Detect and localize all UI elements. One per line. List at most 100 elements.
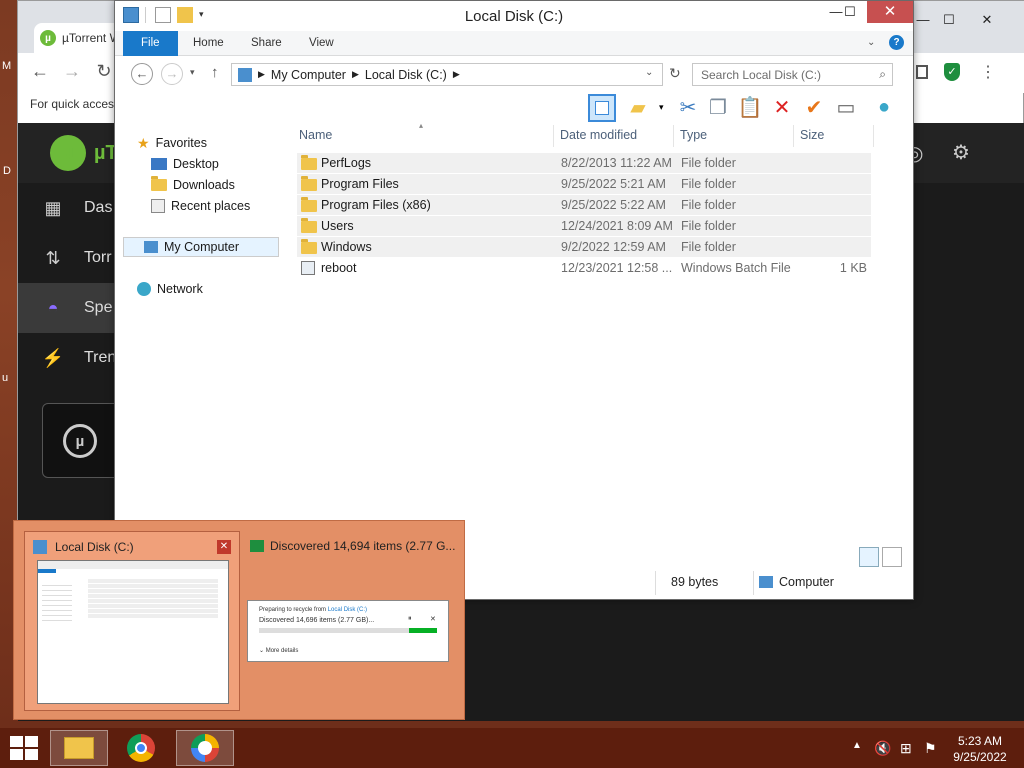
sort-ascending-icon: ▴ xyxy=(419,121,424,130)
nav-desktop[interactable]: Desktop xyxy=(151,154,219,174)
file-row[interactable]: reboot 12/23/2021 12:58 ... Windows Batch … xyxy=(297,258,871,279)
sidebar-item-torrents[interactable]: ⇅ Torr xyxy=(18,233,118,283)
back-icon[interactable]: ← xyxy=(28,61,52,82)
file-row[interactable]: Windows 9/2/2022 12:59 AM File folder xyxy=(297,237,871,258)
chrome-tab-title: µTorrent W xyxy=(62,31,121,45)
sidebar-item-label: Torr xyxy=(84,249,112,266)
recent-locations-icon[interactable]: ▾ xyxy=(190,67,195,78)
column-divider[interactable] xyxy=(793,125,794,147)
nav-recent-places[interactable]: Recent places xyxy=(151,196,250,216)
taskbar-file-explorer[interactable] xyxy=(50,730,108,766)
explorer-app-icon xyxy=(33,540,47,554)
utorrent-web-icon xyxy=(191,734,219,762)
delete-icon[interactable]: ✕ xyxy=(769,94,795,120)
column-headers: Name ▴ Date modified Type Size xyxy=(291,121,911,147)
thumbnail-close-button[interactable]: ✕ xyxy=(217,540,231,554)
up-icon[interactable]: ↑ xyxy=(211,64,219,81)
column-date-modified[interactable]: Date modified xyxy=(560,128,637,142)
reload-icon[interactable]: ↻ xyxy=(92,61,116,82)
sidebar-item-dashboard[interactable]: ▦ Das xyxy=(18,183,118,233)
preview-pane-icon[interactable] xyxy=(588,94,616,122)
nav-downloads[interactable]: Downloads xyxy=(151,175,235,195)
refresh-icon[interactable]: ↻ xyxy=(669,65,681,82)
nav-favorites[interactable]: ★ Favorites xyxy=(137,133,207,153)
extension-shield-icon[interactable]: ✓ xyxy=(944,63,960,81)
file-date: 9/25/2022 5:21 AM xyxy=(561,177,666,191)
cut-icon[interactable]: ✂ xyxy=(675,94,701,120)
copy-icon[interactable]: ❐ xyxy=(705,94,731,120)
network-icon[interactable]: ⊞ xyxy=(900,740,912,757)
taskbar-utorrent[interactable] xyxy=(176,730,234,766)
column-type[interactable]: Type xyxy=(680,128,707,142)
help-icon[interactable]: ? xyxy=(889,35,904,50)
file-row[interactable]: PerfLogs 8/22/2013 11:22 AM File folder xyxy=(297,153,871,174)
forward-icon[interactable]: → xyxy=(161,63,183,85)
thumbnail-preview-image xyxy=(37,560,229,704)
close-button[interactable]: ✕ xyxy=(867,1,913,23)
folder-options-icon[interactable]: ▰ xyxy=(625,94,651,120)
sidebar-item-speed[interactable]: ◓ Spe xyxy=(18,283,118,333)
forward-icon[interactable]: → xyxy=(60,61,84,82)
computer-icon xyxy=(238,67,252,82)
copy-thumbnail-title[interactable]: Discovered 14,694 items (2.77 G... xyxy=(250,539,455,553)
network-icon xyxy=(137,282,151,296)
chrome-maximize-button[interactable]: ☐ xyxy=(934,9,964,31)
column-size[interactable]: Size xyxy=(800,128,824,142)
maximize-button[interactable]: ☐ xyxy=(835,1,865,23)
settings-gear-icon[interactable]: ⚙ xyxy=(952,140,970,165)
search-input[interactable]: Search Local Disk (C:) ⌕ xyxy=(692,63,893,86)
divider xyxy=(753,571,754,595)
breadcrumb-separator-icon: ▶ xyxy=(258,69,265,79)
copy-dialog-thumbnail[interactable]: Preparing to recycle from Local Disk (C:… xyxy=(247,600,449,662)
address-dropdown-icon[interactable]: ⌄ xyxy=(645,67,653,78)
back-icon[interactable]: ← xyxy=(131,63,153,85)
taskbar-chrome[interactable] xyxy=(112,730,170,766)
file-type: Windows Batch File xyxy=(681,261,791,275)
tab-share[interactable]: Share xyxy=(237,31,296,56)
tab-home[interactable]: Home xyxy=(179,31,238,56)
file-row[interactable]: Users 12/24/2021 8:09 AM File folder xyxy=(297,216,871,237)
utorrent-promo-card[interactable]: µ xyxy=(42,403,122,478)
breadcrumb-item[interactable]: Local Disk (C:) xyxy=(365,68,447,82)
column-divider[interactable] xyxy=(873,125,874,147)
network-globe-icon[interactable]: ● xyxy=(871,94,897,120)
address-bar[interactable]: ▶ My Computer ▶ Local Disk (C:) ▶ xyxy=(231,63,663,86)
show-hidden-icons[interactable]: ▲ xyxy=(852,740,862,751)
paste-icon[interactable]: 📋 xyxy=(737,94,763,120)
explorer-thumbnail[interactable]: Local Disk (C:) ✕ xyxy=(24,531,240,711)
reading-list-icon[interactable] xyxy=(916,65,928,79)
details-view-button[interactable] xyxy=(859,547,879,567)
recent-places-icon xyxy=(151,199,165,213)
file-name: Program Files xyxy=(321,177,399,191)
file-row[interactable]: Program Files (x86) 9/25/2022 5:22 AM File… xyxy=(297,195,871,216)
chrome-menu-icon[interactable]: ⋮ xyxy=(980,62,996,82)
nav-my-computer[interactable]: My Computer xyxy=(123,237,279,257)
nav-label: Recent places xyxy=(171,199,251,213)
breadcrumb-item[interactable]: My Computer xyxy=(271,68,346,82)
sidebar-item-label: Tren xyxy=(84,349,117,366)
utorrent-brand: µ µT xyxy=(50,135,118,171)
column-divider[interactable] xyxy=(673,125,674,147)
ribbon-expand-icon[interactable]: ⌄ xyxy=(867,37,875,48)
sidebar-item-trends[interactable]: ⚡ Tren xyxy=(18,333,118,383)
volume-muted-icon[interactable]: 🔇 xyxy=(874,740,891,757)
tab-file[interactable]: File xyxy=(123,31,178,56)
file-row[interactable]: Program Files 9/25/2022 5:21 AM File folde… xyxy=(297,174,871,195)
tab-view[interactable]: View xyxy=(295,31,348,56)
select-icon[interactable]: ▭ xyxy=(833,94,859,120)
chrome-close-button[interactable]: ✕ xyxy=(972,9,1002,31)
large-icons-view-button[interactable] xyxy=(882,547,902,567)
utorrent-logo-icon: µ xyxy=(40,30,56,46)
action-center-icon[interactable]: ⚑ xyxy=(924,740,937,757)
column-divider[interactable] xyxy=(553,125,554,147)
nav-label: Desktop xyxy=(173,157,219,171)
clock[interactable]: 5:23 AM 9/25/2022 xyxy=(940,733,1020,765)
nav-network[interactable]: Network xyxy=(137,279,203,299)
folder-options-dropdown-icon[interactable]: ▾ xyxy=(659,102,664,113)
status-size: 89 bytes xyxy=(671,575,719,589)
clock-date: 9/25/2022 xyxy=(953,750,1007,764)
file-date: 8/22/2013 11:22 AM xyxy=(561,156,672,170)
start-button[interactable] xyxy=(10,736,38,760)
column-name[interactable]: Name xyxy=(299,128,332,142)
rename-check-icon[interactable]: ✔ xyxy=(801,94,827,120)
